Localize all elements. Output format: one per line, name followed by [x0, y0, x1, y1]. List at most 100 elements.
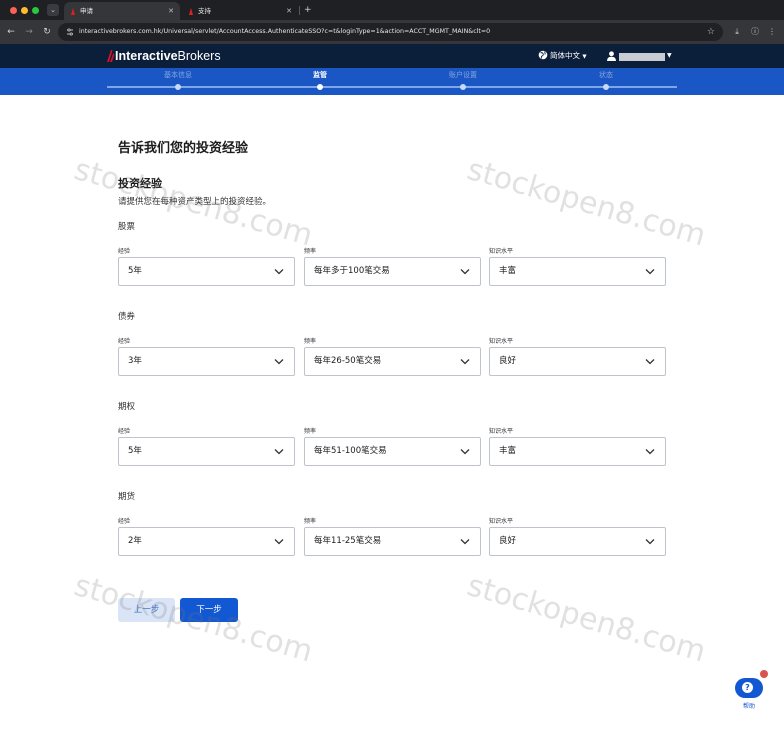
- reload-icon[interactable]: ↻: [41, 25, 53, 39]
- field-label: 经验: [118, 428, 131, 435]
- previous-step-button[interactable]: 上一步: [118, 598, 175, 622]
- back-arrow-icon[interactable]: ←: [5, 25, 17, 39]
- frequency-select[interactable]: 每年11-25笔交易: [304, 527, 481, 556]
- progress-steps: 基本信息 监管 账户设置 状态: [0, 68, 784, 95]
- field-label: 知识水平: [489, 338, 514, 345]
- field-label: 频率: [304, 428, 317, 435]
- language-selector[interactable]: 简体中文 ▼: [538, 49, 587, 64]
- experience-select[interactable]: 5年: [118, 437, 295, 466]
- field-label: 知识水平: [489, 428, 514, 435]
- section-title: 投资经验: [118, 177, 162, 190]
- chevron-down-icon: ▼: [667, 52, 672, 59]
- extension-icon[interactable]: ⓘ: [748, 25, 762, 39]
- asset-group-bonds: 债券 经验 3年 频率 每年26-50笔交易 知识水平 良好: [118, 310, 678, 390]
- chevron-down-icon: ▼: [582, 54, 587, 60]
- help-widget[interactable]: ? 帮助: [733, 670, 768, 718]
- ibkr-favicon-icon: [189, 8, 193, 15]
- experience-select[interactable]: 5年: [118, 257, 295, 286]
- step-dot: [460, 84, 466, 90]
- window-close-button[interactable]: [10, 7, 17, 14]
- tab-close-icon[interactable]: ✕: [168, 2, 174, 20]
- username-redacted: [619, 53, 665, 61]
- address-bar[interactable]: interactivebrokers.com.hk/Universal/serv…: [58, 23, 723, 41]
- window-minimize-button[interactable]: [21, 7, 28, 14]
- site-header: InteractiveBrokers 简体中文 ▼ ▼: [0, 44, 784, 68]
- steps-track: [107, 86, 677, 88]
- chevron-down-icon: [460, 449, 470, 455]
- chevron-down-icon: [274, 269, 284, 275]
- bookmark-star-icon[interactable]: ☆: [707, 23, 715, 41]
- watermark: stockopen8.com: [463, 568, 710, 670]
- browser-toolbar: ← → ↻ interactivebrokers.com.hk/Universa…: [0, 20, 784, 44]
- frequency-select[interactable]: 每年26-50笔交易: [304, 347, 481, 376]
- asset-group-stocks: 股票 经验 5年 频率 每年多于100笔交易 知识水平 丰富: [118, 220, 678, 300]
- chevron-down-icon: [645, 539, 655, 545]
- step-dot: [317, 84, 323, 90]
- section-description: 请提供您在每种资产类型上的投资经验。: [118, 197, 272, 207]
- knowledge-select[interactable]: 良好: [489, 527, 666, 556]
- ibkr-logo[interactable]: InteractiveBrokers: [106, 49, 221, 63]
- chevron-down-icon: [460, 539, 470, 545]
- experience-select[interactable]: 2年: [118, 527, 295, 556]
- field-label: 频率: [304, 248, 317, 255]
- page-title: 告诉我们您的投资经验: [118, 141, 249, 156]
- new-tab-button[interactable]: +: [304, 2, 312, 18]
- chevron-down-icon: [274, 359, 284, 365]
- knowledge-select[interactable]: 丰富: [489, 437, 666, 466]
- knowledge-select[interactable]: 丰富: [489, 257, 666, 286]
- step-status[interactable]: 状态: [546, 68, 666, 90]
- step-dot: [603, 84, 609, 90]
- forward-arrow-icon[interactable]: →: [23, 25, 35, 39]
- step-regulatory[interactable]: 监管: [260, 68, 380, 90]
- field-label: 经验: [118, 248, 131, 255]
- step-account-settings[interactable]: 账户设置: [403, 68, 523, 90]
- question-mark-icon: ?: [742, 682, 753, 693]
- asset-name: 期货: [118, 492, 136, 502]
- frequency-select[interactable]: 每年51-100笔交易: [304, 437, 481, 466]
- asset-group-futures: 期货 经验 2年 频率 每年11-25笔交易 知识水平 良好: [118, 490, 678, 570]
- asset-name: 债券: [118, 312, 136, 322]
- field-label: 频率: [304, 338, 317, 345]
- download-icon[interactable]: ⤓: [730, 25, 744, 39]
- tab-separator: [299, 6, 300, 15]
- asset-group-options: 期权 经验 5年 频率 每年51-100笔交易 知识水平 丰富: [118, 400, 678, 480]
- language-label: 简体中文: [550, 51, 580, 60]
- globe-icon: [538, 50, 548, 60]
- chevron-down-icon: [460, 269, 470, 275]
- site-info-icon[interactable]: [66, 28, 74, 36]
- notification-badge: [760, 670, 768, 678]
- ibkr-logo-mark-icon: [107, 50, 115, 62]
- chevron-down-icon: [645, 359, 655, 365]
- knowledge-select[interactable]: 良好: [489, 347, 666, 376]
- tab-support[interactable]: 支持 ✕: [182, 2, 298, 20]
- asset-name: 期权: [118, 402, 136, 412]
- step-basic-info[interactable]: 基本信息: [118, 68, 238, 90]
- tab-application[interactable]: 申请 ✕: [64, 2, 180, 20]
- tab-search-button[interactable]: ⌄: [47, 4, 59, 16]
- field-label: 经验: [118, 338, 131, 345]
- next-step-button[interactable]: 下一步: [180, 598, 238, 622]
- field-label: 知识水平: [489, 248, 514, 255]
- help-label: 帮助: [742, 703, 755, 710]
- experience-select[interactable]: 3年: [118, 347, 295, 376]
- chevron-down-icon: [645, 269, 655, 275]
- frequency-select[interactable]: 每年多于100笔交易: [304, 257, 481, 286]
- asset-name: 股票: [118, 222, 136, 232]
- user-icon: [607, 51, 616, 61]
- tab-label: 支持: [198, 7, 211, 15]
- chevron-down-icon: [460, 359, 470, 365]
- main-content: 告诉我们您的投资经验 投资经验 请提供您在每种资产类型上的投资经验。 股票 经验…: [0, 95, 784, 739]
- browser-menu-icon[interactable]: ⋮: [765, 25, 779, 39]
- chevron-down-icon: [274, 539, 284, 545]
- tab-label: 申请: [80, 7, 93, 15]
- tab-close-icon[interactable]: ✕: [286, 2, 292, 20]
- browser-tab-bar: ⌄ 申请 ✕ 支持 ✕ +: [0, 0, 784, 20]
- step-dot: [175, 84, 181, 90]
- chevron-down-icon: [645, 449, 655, 455]
- field-label: 频率: [304, 518, 317, 525]
- chevron-down-icon: [274, 449, 284, 455]
- field-label: 知识水平: [489, 518, 514, 525]
- field-label: 经验: [118, 518, 131, 525]
- window-zoom-button[interactable]: [32, 7, 39, 14]
- url-text: interactivebrokers.com.hk/Universal/serv…: [79, 28, 491, 35]
